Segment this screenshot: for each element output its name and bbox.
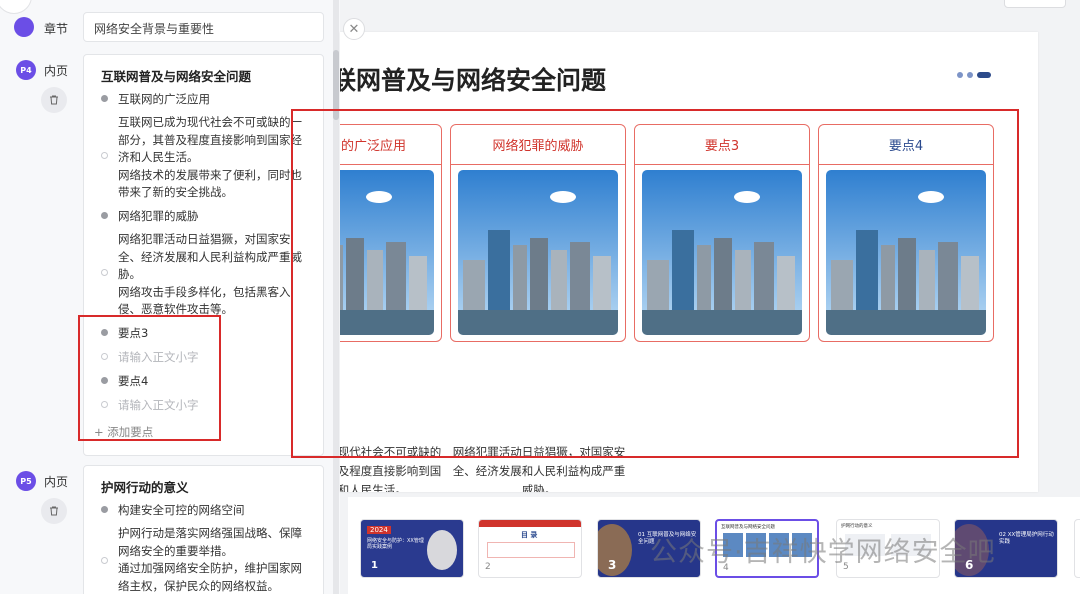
slide-thumbnail-partial[interactable] xyxy=(1074,519,1080,578)
point-bullet xyxy=(101,95,108,102)
page-badge-p5: P5 xyxy=(16,471,36,491)
annotation-box-main xyxy=(291,109,1019,458)
watermark-text: 公众号·吉祥快学网络安全吧 xyxy=(650,537,996,568)
delete-page-button[interactable] xyxy=(41,87,67,113)
close-button[interactable]: ✕ xyxy=(343,18,365,40)
point-text[interactable]: 网络犯罪活动日益猖獗，对国家安全、经济发展和人民利益构成严重威胁。 网络攻击手段… xyxy=(118,231,302,319)
section-badge xyxy=(0,0,32,14)
slide-decoration-dots xyxy=(957,72,991,78)
thumb-caption: 护网行动的意义 xyxy=(841,524,873,529)
thumb-toc-box xyxy=(487,542,575,558)
slide-thumbnail[interactable]: 2024 网络安全与防护：XX管理局实践案例 1 xyxy=(360,519,464,578)
page-card-p5[interactable]: 护网行动的意义 构建安全可控的网络空间 护网行动是落实网络强国战略、保障网络安全… xyxy=(83,465,324,594)
thumb-index: 2 xyxy=(485,562,491,572)
section-card-text: 网络安全背景与重要性 xyxy=(94,22,215,36)
slide-title[interactable]: 互联网普及与网络安全问题 xyxy=(340,61,606,97)
page-type-label: 内页 xyxy=(44,64,69,78)
thumb-index: 1 xyxy=(371,560,378,571)
section-badge-icon xyxy=(14,17,34,37)
thumb-subtitle: 网络安全与防护：XX管理局实践案例 xyxy=(367,538,424,550)
slide-thumbnail[interactable]: 目 录 2 xyxy=(478,519,582,578)
person-image xyxy=(427,530,457,570)
page-card-title[interactable]: 互联网普及与网络安全问题 xyxy=(101,66,251,85)
text-bullet xyxy=(101,269,108,276)
thumb-caption: 2024 xyxy=(367,526,391,534)
annotation-box-left xyxy=(78,315,221,441)
point-label[interactable]: 构建安全可控的网络空间 xyxy=(118,502,245,518)
delete-page-button[interactable] xyxy=(41,498,67,524)
outline-panel: 章节 网络安全背景与重要性 P4 内页 互联网普及与网络安全问题 互联网的广泛应… xyxy=(0,0,340,594)
point-bullet xyxy=(101,506,108,513)
page-card-title[interactable]: 护网行动的意义 xyxy=(101,477,189,496)
point-label[interactable]: 互联网的广泛应用 xyxy=(118,91,210,107)
close-icon: ✕ xyxy=(348,21,360,37)
section-type-label: 章节 xyxy=(44,22,69,36)
trash-icon xyxy=(50,95,58,105)
thumb-index: 3 xyxy=(608,558,617,572)
point-text[interactable]: 互联网已成为现代社会不可或缺的一部分，其普及程度直接影响到国家经济和人民生活。 … xyxy=(118,114,302,202)
text-bullet xyxy=(101,152,108,159)
trash-icon xyxy=(50,506,58,516)
point-text[interactable]: 护网行动是落实网络强国战略、保障网络安全的重要举措。 通过加强网络安全防护，维护… xyxy=(118,525,302,594)
point-bullet xyxy=(101,212,108,219)
thumb-header-bar xyxy=(479,520,581,527)
thumb-caption: 02 XX管理局护网行动实践 xyxy=(999,532,1054,545)
page-badge-p4: P4 xyxy=(16,60,36,80)
point-label[interactable]: 网络犯罪的威胁 xyxy=(118,208,199,224)
thumb-caption: 目 录 xyxy=(521,531,538,539)
section-card[interactable]: 网络安全背景与重要性 xyxy=(83,12,324,42)
toolbar-button[interactable] xyxy=(1004,0,1066,8)
text-bullet xyxy=(101,557,108,564)
page-type-label: 内页 xyxy=(44,475,69,489)
